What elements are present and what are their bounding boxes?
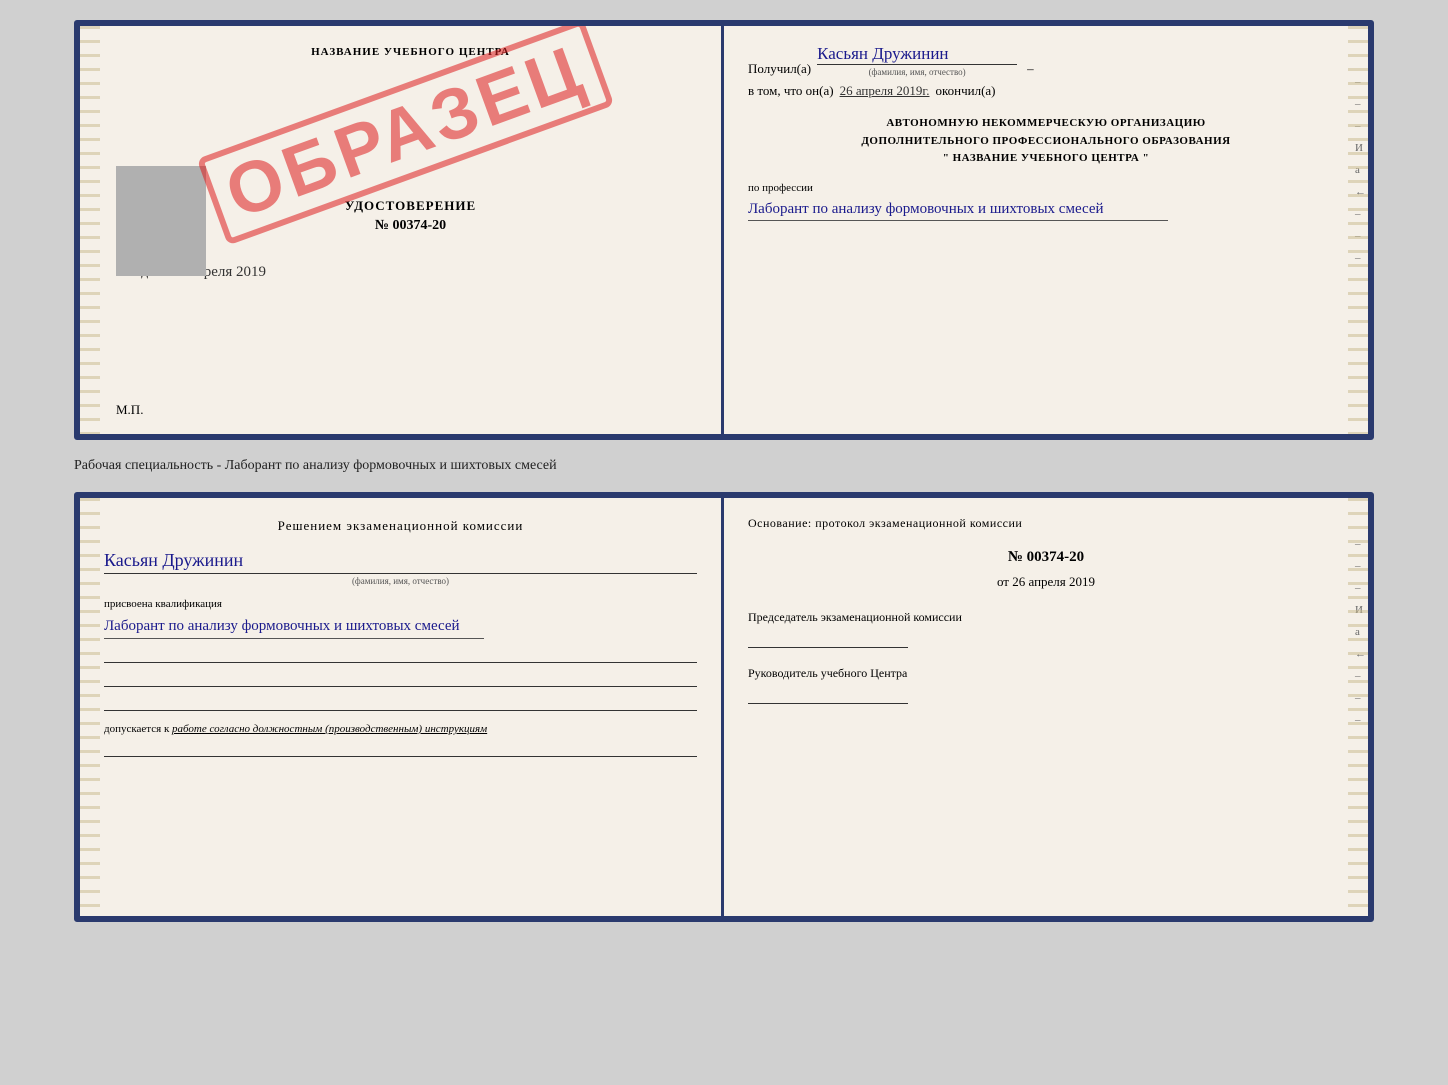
photo-placeholder xyxy=(116,166,206,276)
blank-line-3 xyxy=(104,695,697,711)
blank-line-1 xyxy=(104,647,697,663)
rukovoditel-block: Руководитель учебного Центра xyxy=(748,664,1344,682)
dopusk-label: допускается к xyxy=(104,723,169,735)
org-line2: ДОПОЛНИТЕЛЬНОГО ПРОФЕССИОНАЛЬНОГО ОБРАЗО… xyxy=(748,133,1344,151)
kvalif-hand: Лаборант по анализу формовочных и шихтов… xyxy=(104,614,484,639)
po-professii-hand: Лаборант по анализу формовочных и шихтов… xyxy=(748,198,1168,222)
udostoverenie-block: УДОСТОВЕРЕНИЕ № 00374-20 xyxy=(124,198,697,234)
osnovanie-title: Основание: протокол экзаменационной коми… xyxy=(748,516,1344,531)
blank-line-2 xyxy=(104,671,697,687)
fio-sub-top: (фамилия, имя, отчество) xyxy=(817,67,1017,77)
vtom-label: в том, что он(а) xyxy=(748,83,834,99)
resheniem-title: Решением экзаменационной комиссии xyxy=(104,518,697,534)
predsedatel-label: Председатель экзаменационной комиссии xyxy=(748,608,1344,626)
prisvoena-label: присвоена квалификация xyxy=(104,598,697,610)
org-block: АВТОНОМНУЮ НЕКОММЕРЧЕСКУЮ ОРГАНИЗАЦИЮ ДО… xyxy=(748,115,1344,168)
cert-left-panel: НАЗВАНИЕ УЧЕБНОГО ЦЕНТРА ОБРАЗЕЦ УДОСТОВ… xyxy=(80,26,724,434)
fam-sub-bottom: (фамилия, имя, отчество) xyxy=(104,576,697,586)
rukovoditel-label: Руководитель учебного Центра xyxy=(748,664,1344,682)
dopusk-text: работе согласно должностным (производств… xyxy=(172,723,487,735)
org-line1: АВТОНОМНУЮ НЕКОММЕРЧЕСКУЮ ОРГАНИЗАЦИЮ xyxy=(748,115,1344,133)
udost-number: № 00374-20 xyxy=(124,218,697,234)
kasyan-name: Касьян Дружинин xyxy=(104,550,697,574)
org-line3: " НАЗВАНИЕ УЧЕБНОГО ЦЕНТРА " xyxy=(748,150,1344,168)
dopusk-line: допускается к работе согласно должностны… xyxy=(104,723,697,735)
middle-specialty-text: Рабочая специальность - Лаборант по анал… xyxy=(74,454,557,478)
rukovoditel-sign-line xyxy=(748,688,908,704)
udost-label: УДОСТОВЕРЕНИЕ xyxy=(124,198,697,214)
okonchil-label: окончил(а) xyxy=(935,83,995,99)
po-professii-label: по профессии xyxy=(748,182,1344,194)
protocol-number: № 00374-20 xyxy=(748,549,1344,566)
bottom-certificate-book: Решением экзаменационной комиссии Касьян… xyxy=(74,492,1374,922)
bottom-left-panel: Решением экзаменационной комиссии Касьян… xyxy=(80,498,724,916)
cert-right-panel: Получил(а) Касьян Дружинин (фамилия, имя… xyxy=(724,26,1368,434)
poluchil-label: Получил(а) xyxy=(748,61,811,77)
ot-label: от xyxy=(997,574,1009,589)
po-professii-section: по профессии Лаборант по анализу формово… xyxy=(748,182,1344,222)
poluchil-row: Получил(а) Касьян Дружинин (фамилия, имя… xyxy=(748,44,1344,77)
vtom-row: в том, что он(а) 26 апреля 2019г. окончи… xyxy=(748,83,1344,99)
vtom-date: 26 апреля 2019г. xyxy=(840,83,930,99)
ot-date-row: от 26 апреля 2019 xyxy=(748,574,1344,590)
predsedatel-sign-line xyxy=(748,632,908,648)
obrazec-stamp-overlay: ОБРАЗЕЦ xyxy=(110,86,701,178)
school-name-top: НАЗВАНИЕ УЧЕБНОГО ЦЕНТРА xyxy=(124,46,697,58)
bottom-right-panel: Основание: протокол экзаменационной коми… xyxy=(724,498,1368,916)
mp-label: М.П. xyxy=(116,402,143,418)
top-certificate-book: НАЗВАНИЕ УЧЕБНОГО ЦЕНТРА ОБРАЗЕЦ УДОСТОВ… xyxy=(74,20,1374,440)
ot-date: 26 апреля 2019 xyxy=(1012,574,1095,589)
vydano-line: Выдано 26 апреля 2019 xyxy=(124,264,697,281)
poluchil-name: Касьян Дружинин xyxy=(817,44,1017,65)
predsedatel-block: Председатель экзаменационной комиссии xyxy=(748,608,1344,626)
kasyan-row: Касьян Дружинин (фамилия, имя, отчество) xyxy=(104,550,697,586)
blank-line-4 xyxy=(104,741,697,757)
